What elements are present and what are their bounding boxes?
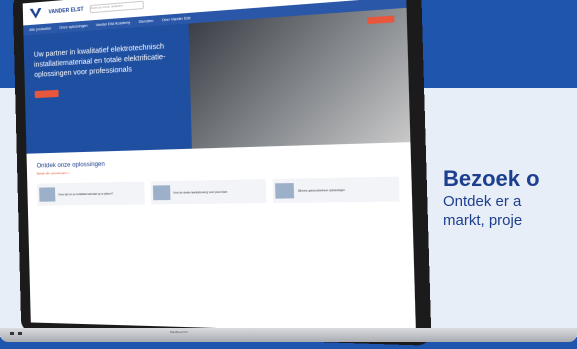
site-search-input[interactable]: Zoek op merk, artikelnr, ... bbox=[89, 0, 144, 14]
card-title: Geen tijd om je installatiemateriaal op … bbox=[58, 191, 113, 196]
brand-logo-icon[interactable] bbox=[29, 7, 43, 20]
card-thumbnail bbox=[275, 182, 295, 199]
card-thumbnail bbox=[152, 185, 171, 201]
laptop-mockup: VANDER ELST Zoek op merk, artikelnr, ...… bbox=[0, 0, 577, 349]
solution-cards: Geen tijd om je installatiemateriaal op … bbox=[37, 176, 400, 206]
solution-card[interactable]: Geen tijd om je installatiemateriaal op … bbox=[37, 181, 145, 206]
solutions-section: Ontdek onze oplossingen Bekijk alle oplo… bbox=[27, 142, 413, 216]
nav-item-academy[interactable]: Vander Elst Academy bbox=[96, 20, 131, 27]
hero-image bbox=[188, 7, 411, 149]
hero-text-panel: Uw partner in kwalitatief elektrotechnis… bbox=[23, 23, 192, 154]
laptop-screen-bezel: VANDER ELST Zoek op merk, artikelnr, ...… bbox=[12, 0, 432, 346]
header-contact-button[interactable] bbox=[366, 15, 395, 25]
nav-item-about[interactable]: Over Vander Elst bbox=[162, 16, 191, 22]
nav-item-services[interactable]: Diensten bbox=[139, 19, 154, 24]
website-screen: VANDER ELST Zoek op merk, artikelnr, ...… bbox=[22, 0, 416, 334]
nav-item-products[interactable]: Alle producten bbox=[29, 26, 51, 32]
card-title: Vind de ideale laadoplossing voor jouw k… bbox=[173, 190, 228, 195]
card-title: Slimme gebouwbeheer oplossingen bbox=[297, 188, 346, 193]
card-thumbnail bbox=[39, 187, 56, 202]
laptop-base: MacBook Pro bbox=[0, 328, 577, 342]
nav-item-solutions[interactable]: Onze oplossingen bbox=[59, 24, 87, 30]
solution-card[interactable]: Vind de ideale laadoplossing voor jouw k… bbox=[150, 179, 267, 205]
hero-title: Uw partner in kwalitatief elektrotechnis… bbox=[33, 43, 166, 79]
led-icon bbox=[10, 332, 14, 335]
hero-cta-button[interactable] bbox=[34, 89, 59, 99]
led-icon bbox=[18, 332, 22, 335]
brand-name[interactable]: VANDER ELST bbox=[48, 7, 83, 16]
solution-card[interactable]: Slimme gebouwbeheer oplossingen bbox=[273, 176, 400, 204]
laptop-model-label: MacBook Pro bbox=[170, 330, 189, 334]
